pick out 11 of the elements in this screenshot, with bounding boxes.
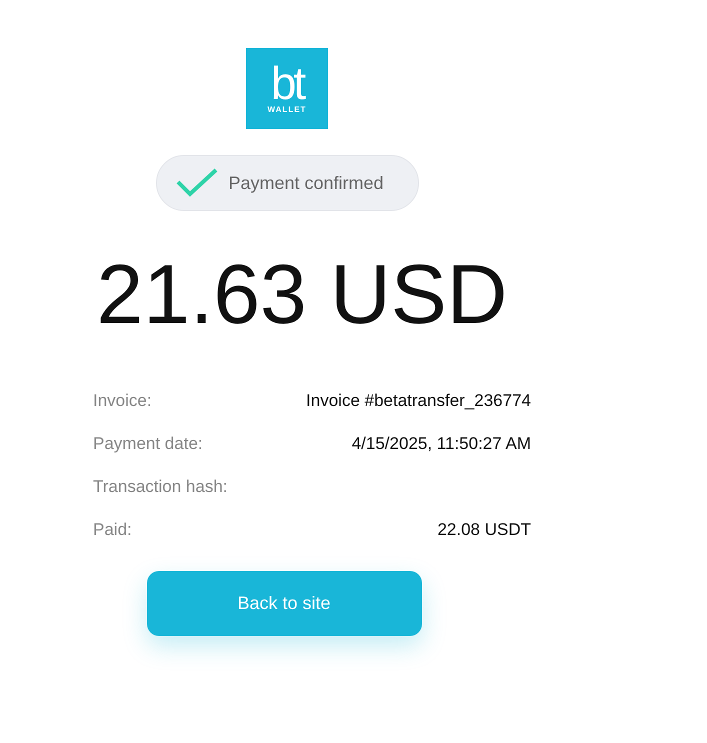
detail-value: 22.08 USDT bbox=[437, 520, 531, 540]
detail-label: Payment date: bbox=[93, 434, 203, 454]
back-to-site-button[interactable]: Back to site bbox=[146, 571, 422, 636]
status-badge: Payment confirmed bbox=[156, 155, 418, 211]
detail-label: Invoice: bbox=[93, 390, 152, 410]
detail-label: Paid: bbox=[93, 520, 132, 540]
detail-value: 4/15/2025, 11:50:27 AM bbox=[352, 434, 531, 454]
detail-label: Transaction hash: bbox=[93, 476, 228, 496]
logo: bt WALLET bbox=[246, 48, 328, 129]
amount: 21.63 USD bbox=[96, 246, 508, 343]
detail-value: Invoice #betatransfer_236774 bbox=[306, 390, 531, 410]
